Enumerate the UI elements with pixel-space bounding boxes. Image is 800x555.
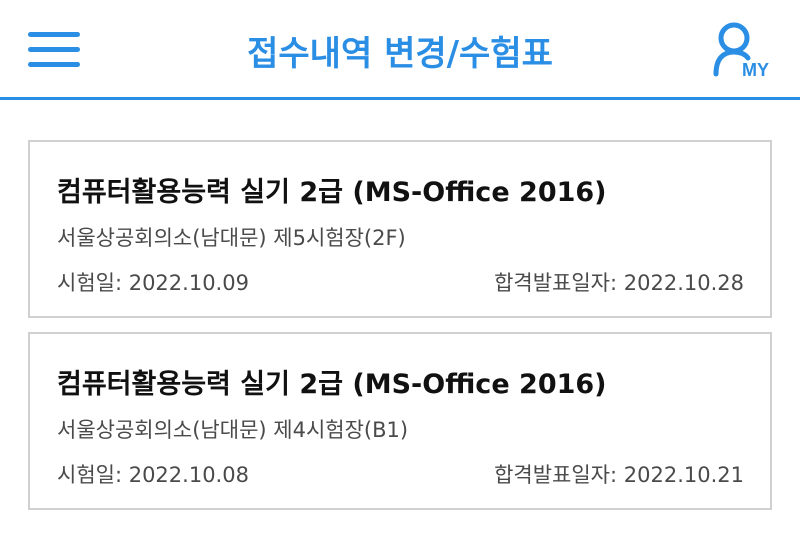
registration-list: 컴퓨터활용능력 실기 2급 (MS-Office 2016) 서울상공회의소(남… [28,140,772,524]
result-date: 합격발표일자: 2022.10.28 [494,271,744,295]
exam-venue: 서울상공회의소(남대문) 제5시험장(2F) [57,226,406,250]
exam-title: 컴퓨터활용능력 실기 2급 (MS-Office 2016) [57,369,607,400]
page-title: 접수내역 변경/수험표 [247,34,553,74]
my-page-button[interactable]: MY [712,22,780,86]
app-header: 접수내역 변경/수험표 MY [0,0,800,100]
exam-date: 시험일: 2022.10.08 [57,463,249,487]
exam-venue: 서울상공회의소(남대문) 제4시험장(B1) [57,418,409,442]
registration-card[interactable]: 컴퓨터활용능력 실기 2급 (MS-Office 2016) 서울상공회의소(남… [28,140,772,318]
result-date: 합격발표일자: 2022.10.21 [494,463,744,487]
exam-date: 시험일: 2022.10.09 [57,271,249,295]
my-label: MY [742,60,769,80]
registration-card[interactable]: 컴퓨터활용능력 실기 2급 (MS-Office 2016) 서울상공회의소(남… [28,332,772,510]
exam-title: 컴퓨터활용능력 실기 2급 (MS-Office 2016) [57,177,607,208]
